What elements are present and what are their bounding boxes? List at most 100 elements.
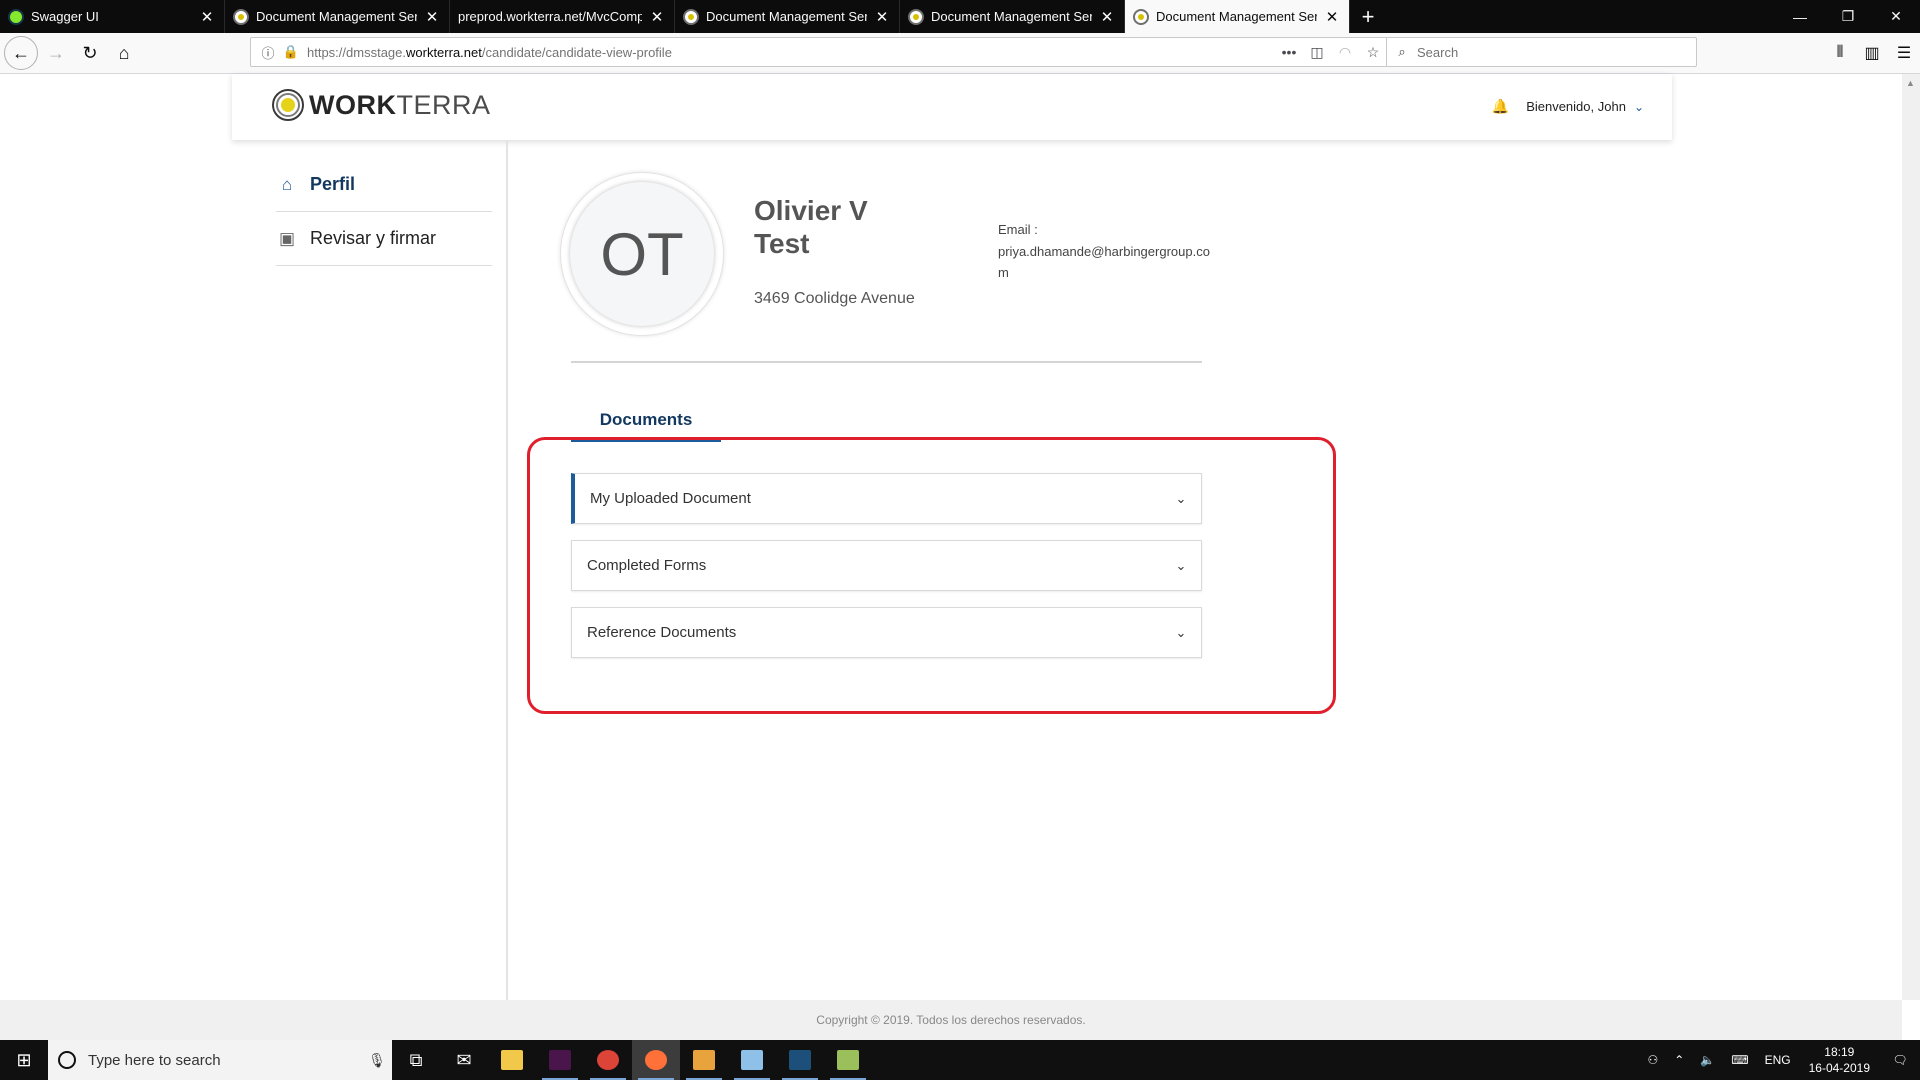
accordion-reference-documents[interactable]: Reference Documents ⌄: [571, 607, 1202, 658]
workterra-icon: [1133, 8, 1149, 25]
chrome-icon[interactable]: [584, 1040, 632, 1080]
close-icon[interactable]: ✕: [873, 8, 891, 26]
browser-tab-strip: Swagger UI ✕ Document Management Servic …: [0, 0, 1920, 33]
search-icon: ⌕: [1398, 44, 1406, 59]
workterra-icon: [233, 8, 249, 25]
clock[interactable]: 18:19 16-04-2019: [1799, 1044, 1880, 1076]
avatar: OT: [560, 172, 724, 336]
toolbar-right: ⫴ ▥ ☰: [1824, 37, 1920, 69]
workterra-logo[interactable]: WORKTERRA: [272, 89, 491, 121]
avatar-initials: OT: [570, 182, 714, 326]
tab-title: Document Management Servic: [931, 9, 1092, 24]
footer: Copyright © 2019. Todos los derechos res…: [0, 1000, 1902, 1040]
reload-icon[interactable]: ↻: [74, 37, 106, 69]
url-bar[interactable]: ⓘ 🔒 https://dmsstage.workterra.net/candi…: [250, 37, 1388, 67]
forward-arrow-icon[interactable]: →: [40, 37, 72, 69]
lock-icon: 🔒: [282, 44, 300, 59]
microphone-icon[interactable]: 🎙: [362, 1052, 392, 1069]
tab-documents[interactable]: Documents: [571, 400, 721, 442]
task-view-icon[interactable]: ⧉: [392, 1040, 440, 1080]
back-arrow-icon[interactable]: ←: [4, 36, 38, 70]
chevron-down-icon[interactable]: ⌄: [1634, 100, 1644, 114]
sidebar-item-label: Revisar y firmar: [310, 228, 437, 248]
clipboard-icon: ▣: [278, 228, 296, 248]
browser-tab[interactable]: Document Management Servic ✕: [675, 0, 900, 33]
notepad-icon[interactable]: [728, 1040, 776, 1080]
sidebar-divider: [506, 140, 508, 1000]
people-icon[interactable]: ⚇: [1639, 1053, 1666, 1067]
tab-title: Document Management Servic: [1156, 9, 1317, 24]
browser-tab-active[interactable]: Document Management Servic ✕: [1125, 0, 1350, 33]
bookmark-star-icon[interactable]: ☆: [1359, 44, 1387, 61]
chevron-down-icon[interactable]: ⌄: [1161, 558, 1201, 574]
profile-divider: [571, 361, 1202, 363]
sidebar-item-revisar-y-firmar[interactable]: ▣ Revisar y firmar: [276, 212, 492, 266]
library-icon[interactable]: ⫴: [1824, 37, 1856, 69]
menu-icon[interactable]: ☰: [1888, 37, 1920, 69]
sidebar-icon[interactable]: ▥: [1856, 37, 1888, 69]
browser-tab[interactable]: preprod.workterra.net/MvcCompA ✕: [450, 0, 675, 33]
taskbar-search[interactable]: Type here to search 🎙: [48, 1040, 392, 1080]
windows-taskbar: ⊞ Type here to search 🎙 ⧉ ✉ ⚇ ⌃ 🔈 ⌨ ENG …: [0, 1040, 1920, 1080]
chevron-down-icon[interactable]: ⌄: [1161, 491, 1201, 507]
profile-email: priya.dhamande@harbingergroup.com: [998, 244, 1210, 280]
copyright-text: Copyright © 2019. Todos los derechos res…: [816, 1013, 1086, 1027]
firefox-icon[interactable]: [632, 1040, 680, 1080]
page: WORKTERRA 🔔 Bienvenido, John ⌄ ⌂ Perfil …: [0, 74, 1902, 1040]
close-icon[interactable]: ✕: [198, 8, 216, 26]
close-icon[interactable]: ✕: [1323, 8, 1341, 26]
sql-server-icon[interactable]: [776, 1040, 824, 1080]
clock-date: 16-04-2019: [1808, 1061, 1870, 1075]
notification-icon[interactable]: 🗨: [1880, 1053, 1920, 1067]
tab-title: Swagger UI: [31, 9, 99, 24]
workterra-icon: [683, 8, 699, 25]
page-actions-icon[interactable]: •••: [1275, 44, 1303, 60]
close-icon[interactable]: ✕: [1098, 8, 1116, 26]
swagger-icon: [8, 8, 24, 25]
archive-app-icon[interactable]: [824, 1040, 872, 1080]
windows-start-icon[interactable]: ⊞: [0, 1040, 48, 1080]
restore-icon[interactable]: ❐: [1824, 0, 1872, 33]
url-text[interactable]: https://dmsstage.workterra.net/candidate…: [307, 45, 1275, 60]
system-tray: ⚇ ⌃ 🔈 ⌨ ENG 18:19 16-04-2019 🗨: [1639, 1040, 1920, 1080]
browser-tab[interactable]: Document Management Servic ✕: [225, 0, 450, 33]
close-icon[interactable]: ✕: [648, 8, 666, 26]
page-scrollbar[interactable]: ▲: [1902, 74, 1920, 1000]
slack-icon[interactable]: [536, 1040, 584, 1080]
clock-time: 18:19: [1824, 1045, 1855, 1059]
browser-search-bar[interactable]: ⌕: [1386, 37, 1697, 67]
mail-app-icon[interactable]: ✉: [440, 1040, 488, 1080]
chevron-down-icon[interactable]: ⌄: [1161, 625, 1201, 641]
minimize-icon[interactable]: —: [1776, 0, 1824, 33]
new-tab-plus-icon[interactable]: +: [1350, 0, 1386, 33]
pocket-icon[interactable]: ◫: [1303, 44, 1331, 61]
file-explorer-icon[interactable]: [488, 1040, 536, 1080]
browser-tab[interactable]: Swagger UI ✕: [0, 0, 225, 33]
media-player-icon[interactable]: [680, 1040, 728, 1080]
user-menu[interactable]: 🔔 Bienvenido, John ⌄: [1492, 98, 1644, 115]
info-icon[interactable]: ⓘ: [255, 43, 281, 62]
accordion-my-uploaded-document[interactable]: My Uploaded Document ⌄: [571, 473, 1202, 524]
home-icon[interactable]: ⌂: [108, 37, 140, 69]
workterra-icon: [908, 8, 924, 25]
cortana-icon: [58, 1051, 76, 1069]
browser-search-input[interactable]: [1417, 44, 1677, 60]
accordion-label: Reference Documents: [587, 624, 737, 641]
keyboard-icon[interactable]: ⌨: [1723, 1053, 1756, 1067]
close-window-icon[interactable]: ✕: [1872, 0, 1920, 33]
user-greeting[interactable]: Bienvenido, John: [1526, 99, 1626, 114]
accordion-label: Completed Forms: [587, 557, 707, 574]
show-hidden-icons-chevron-icon[interactable]: ⌃: [1666, 1053, 1692, 1067]
browser-tab[interactable]: Document Management Servic ✕: [900, 0, 1125, 33]
reader-icon[interactable]: ◠: [1331, 44, 1359, 61]
sidebar-item-perfil[interactable]: ⌂ Perfil: [276, 158, 492, 212]
bell-icon[interactable]: 🔔: [1492, 98, 1509, 115]
profile-address: 3469 Coolidge Avenue: [754, 290, 915, 307]
language-indicator[interactable]: ENG: [1757, 1053, 1799, 1067]
home-icon: ⌂: [281, 174, 293, 194]
app-header: WORKTERRA 🔔 Bienvenido, John ⌄: [232, 74, 1672, 140]
accordion-completed-forms[interactable]: Completed Forms ⌄: [571, 540, 1202, 591]
scroll-up-arrow-icon[interactable]: ▲: [1906, 78, 1915, 88]
close-icon[interactable]: ✕: [423, 8, 441, 26]
volume-icon[interactable]: 🔈: [1692, 1053, 1723, 1067]
